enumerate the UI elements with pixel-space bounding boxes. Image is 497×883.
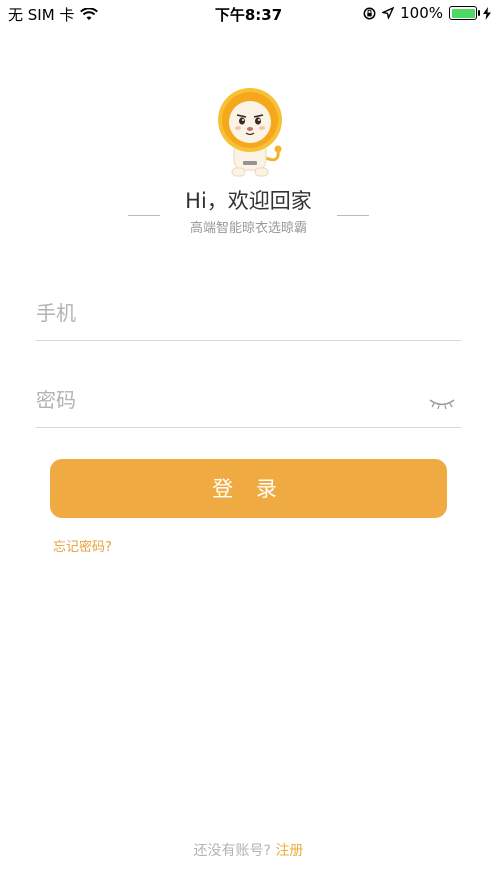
battery-fill [451,8,475,18]
greeting-divider-left [128,215,160,216]
phone-input[interactable] [36,296,416,330]
status-bar: 无 SIM 卡 下午8:37 100% [0,0,497,26]
login-button[interactable]: 登 录 [50,459,447,518]
battery-percent: 100% [400,4,443,22]
page-title: Hi，欢迎回家 [185,189,312,213]
eye-closed-icon[interactable] [429,397,455,411]
footer: 还没有账号? 注册 [0,840,497,860]
rotation-lock-icon [363,7,376,19]
charging-icon [483,6,491,20]
password-field [36,367,461,428]
mascot-lion-icon [218,88,282,177]
forgot-password-link[interactable]: 忘记密码? [53,536,112,555]
page-subtitle: 高端智能晾衣选晾霸 [189,221,307,236]
no-account-text: 还没有账号? [193,843,271,859]
battery-icon [449,6,480,20]
location-icon [382,7,395,19]
greeting-divider-right [337,215,369,216]
register-link[interactable]: 注册 [275,843,303,859]
password-input[interactable] [36,383,416,417]
phone-field [36,280,461,341]
status-right: 100% [363,4,491,22]
